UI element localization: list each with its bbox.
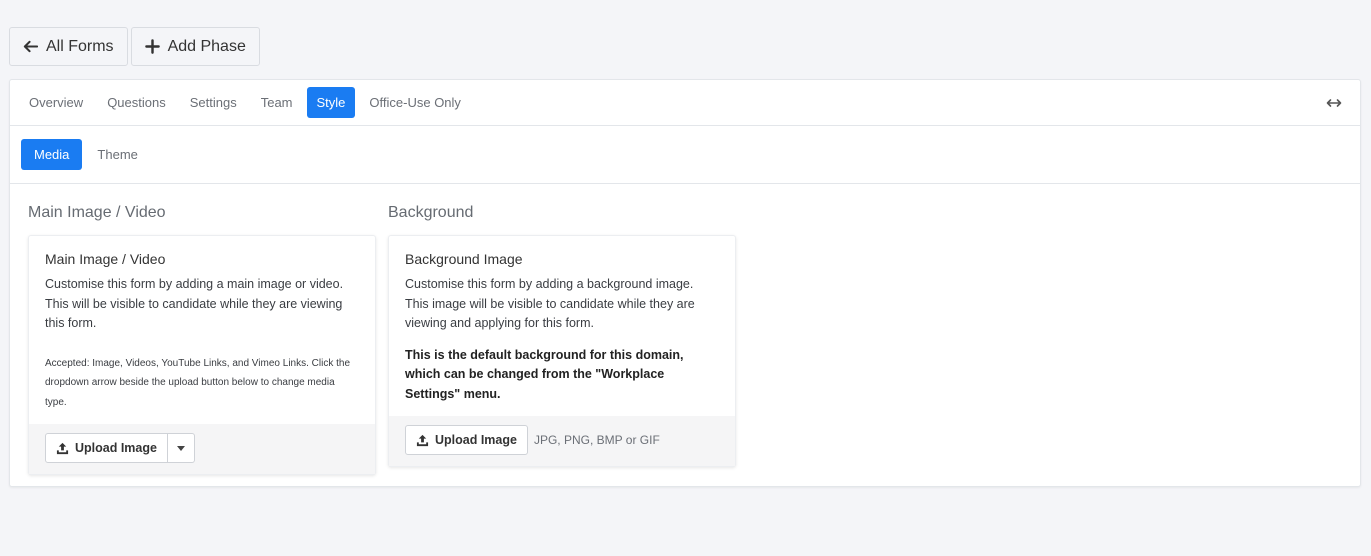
background-upload-label: Upload Image (435, 433, 517, 447)
tab-style[interactable]: Style (306, 87, 356, 118)
main-media-card: Main Image / Video Customise this form b… (28, 235, 376, 475)
add-phase-label: Add Phase (167, 37, 246, 55)
main-media-section: Main Image / Video Main Image / Video Cu… (28, 204, 376, 475)
tab-questions[interactable]: Questions (97, 87, 176, 118)
expand-horizontal-icon[interactable] (1326, 95, 1342, 111)
background-card-footer: Upload Image JPG, PNG, BMP or GIF (389, 416, 735, 466)
main-media-upload-label: Upload Image (75, 441, 157, 455)
media-type-dropdown-button[interactable] (167, 433, 195, 463)
upload-split-button: Upload Image (45, 433, 195, 463)
main-media-section-title: Main Image / Video (28, 204, 166, 221)
tab-settings[interactable]: Settings (180, 87, 247, 118)
add-phase-button[interactable]: Add Phase (130, 27, 260, 66)
background-upload-button[interactable]: Upload Image (405, 425, 528, 455)
arrow-left-icon (23, 40, 38, 53)
tab-office-use-only[interactable]: Office-Use Only (359, 87, 471, 118)
caret-down-icon (176, 445, 185, 451)
file-formats-hint: JPG, PNG, BMP or GIF (533, 433, 660, 447)
background-card: Background Image Customise this form by … (388, 235, 736, 467)
plus-icon (144, 39, 160, 54)
tab-overview[interactable]: Overview (19, 87, 93, 118)
tab-team[interactable]: Team (251, 87, 303, 118)
main-media-upload-button[interactable]: Upload Image (45, 433, 168, 463)
main-media-card-title: Main Image / Video (45, 251, 166, 267)
style-subtabs: Media Theme (10, 126, 1360, 184)
top-toolbar: All Forms Add Phase (9, 27, 260, 66)
background-card-title: Background Image (405, 251, 523, 267)
background-section: Background Background Image Customise th… (388, 204, 736, 467)
background-description: Customise this form by adding a backgrou… (405, 277, 695, 330)
main-tabs: Overview Questions Settings Team Style O… (10, 80, 1360, 126)
subtab-media[interactable]: Media (21, 139, 83, 170)
main-media-card-footer: Upload Image (29, 424, 375, 474)
all-forms-button[interactable]: All Forms (9, 27, 128, 66)
all-forms-label: All Forms (46, 37, 114, 55)
upload-icon (56, 442, 69, 454)
main-media-description: Customise this form by adding a main ima… (45, 277, 344, 330)
background-default-note: This is the default background for this … (405, 347, 684, 401)
upload-icon (416, 434, 429, 446)
background-section-title: Background (388, 204, 474, 221)
form-editor-panel: Overview Questions Settings Team Style O… (9, 79, 1361, 487)
subtab-theme[interactable]: Theme (84, 139, 150, 170)
main-media-accepted-note: Accepted: Image, Videos, YouTube Links, … (45, 357, 350, 408)
